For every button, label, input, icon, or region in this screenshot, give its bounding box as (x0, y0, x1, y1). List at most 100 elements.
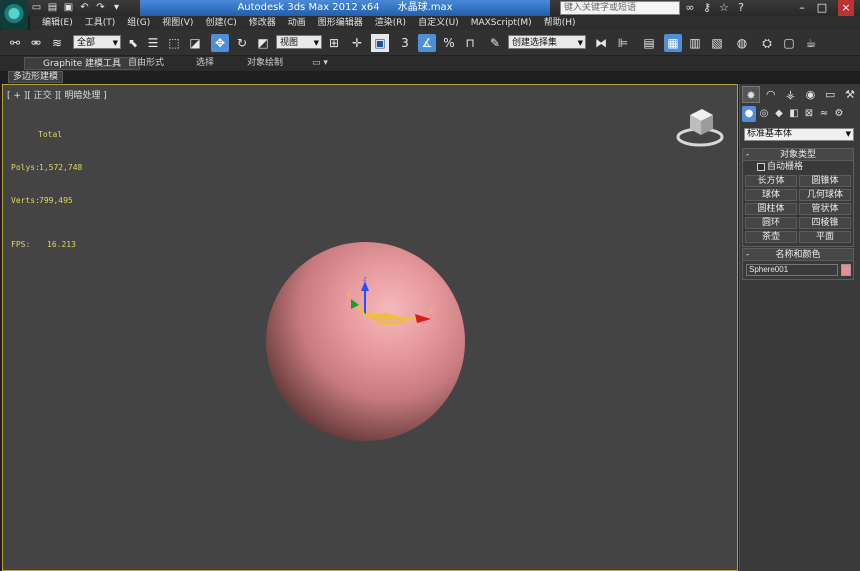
display-tab-icon[interactable]: ▭ (821, 86, 839, 103)
move-gizmo[interactable]: z x y (343, 275, 453, 345)
help-icon[interactable]: ? (735, 0, 747, 16)
select-link-icon[interactable]: ⚯ (6, 34, 24, 52)
menu-customize[interactable]: 自定义(U) (412, 16, 465, 30)
selection-filter-dropdown[interactable]: 全部 ▼ (73, 35, 121, 49)
lights-icon[interactable]: ◆ (772, 106, 786, 122)
tab-freeform[interactable]: 自由形式 (128, 57, 164, 70)
save-icon[interactable]: ▣ (62, 1, 75, 14)
schematic-view-icon[interactable]: ▧ (708, 34, 726, 52)
menu-rendering[interactable]: 渲染(R) (369, 16, 412, 30)
key-icon[interactable]: ⚷ (701, 0, 713, 16)
material-editor-icon[interactable]: ◍ (733, 34, 751, 52)
perspective-viewport[interactable]: [ + ][ 正交 ][ 明暗处理 ] Total Polys: 1,572,74… (2, 84, 738, 571)
systems-icon[interactable]: ⚙ (832, 106, 846, 122)
menu-tools[interactable]: 工具(T) (79, 16, 122, 30)
menu-modifiers[interactable]: 修改器 (243, 16, 282, 30)
ribbon-options-icon[interactable]: ▭ ▾ (312, 57, 328, 70)
menu-group[interactable]: 组(G) (121, 16, 156, 30)
menu-edit[interactable]: 编辑(E) (36, 16, 79, 30)
helpers-icon[interactable]: ⊠ (802, 106, 816, 122)
redo-icon[interactable]: ↷ (94, 1, 107, 14)
close-icon[interactable]: × (838, 0, 854, 16)
angle-snap-icon[interactable]: ∡ (418, 34, 436, 52)
motion-tab-icon[interactable]: ◉ (802, 86, 820, 103)
percent-snap-icon[interactable]: % (440, 34, 458, 52)
binoculars-icon[interactable]: ∞ (684, 0, 696, 16)
tab-object-paint[interactable]: 对象绘制 (247, 57, 283, 70)
object-name-field[interactable]: Sphere001 (746, 264, 838, 276)
customize-qat-icon[interactable]: ▾ (110, 1, 123, 14)
primitive-category-dropdown[interactable]: 标准基本体 ▼ (744, 128, 854, 141)
modify-tab-icon[interactable]: ◠ (762, 86, 780, 103)
rectangular-selection-icon[interactable]: ⬚ (165, 34, 183, 52)
layer-manager-icon[interactable]: ▤ (640, 34, 658, 52)
object-type-header[interactable]: - 对象类型 (743, 149, 853, 161)
geosphere-button[interactable]: 几何球体 (799, 189, 851, 201)
cylinder-button[interactable]: 圆柱体 (745, 203, 797, 215)
tab-graphite-modeling[interactable]: Graphite 建模工具 (24, 57, 141, 70)
align-icon[interactable]: ⊫ (614, 34, 632, 52)
cameras-icon[interactable]: ◧ (787, 106, 801, 122)
tab-selection[interactable]: 选择 (196, 57, 214, 70)
torus-button[interactable]: 圆环 (745, 217, 797, 229)
select-object-icon[interactable]: ⬉ (124, 34, 142, 52)
tab-polygon-modeling[interactable]: 多边形建模 (8, 71, 64, 83)
pyramid-button[interactable]: 四棱锥 (799, 217, 851, 229)
undo-icon[interactable]: ↶ (78, 1, 91, 14)
menu-views[interactable]: 视图(V) (156, 16, 199, 30)
create-tab-icon[interactable]: ✸ (742, 86, 760, 103)
rotate-icon[interactable]: ↻ (233, 34, 251, 52)
viewcube[interactable] (675, 105, 725, 147)
reference-coord-dropdown[interactable]: 视图 ▼ (276, 35, 322, 49)
object-color-swatch[interactable] (841, 264, 851, 276)
autogrid-checkbox[interactable]: 自动栅格 (743, 161, 853, 173)
new-file-icon[interactable]: ▭ (30, 1, 43, 14)
name-row: Sphere001 (743, 261, 853, 279)
sphere-button[interactable]: 球体 (745, 189, 797, 201)
plane-button[interactable]: 平面 (799, 231, 851, 243)
geometry-icon[interactable]: ● (742, 106, 756, 122)
spinner-snap-icon[interactable]: ⊓ (461, 34, 479, 52)
star-icon[interactable]: ☆ (718, 0, 730, 16)
space-warps-icon[interactable]: ≈ (817, 106, 831, 122)
tube-button[interactable]: 管状体 (799, 203, 851, 215)
curve-editor-icon[interactable]: ▥ (686, 34, 704, 52)
bind-space-warp-icon[interactable]: ≋ (48, 34, 66, 52)
render-setup-icon[interactable]: ⛭ (758, 34, 776, 52)
name-color-header[interactable]: - 名称和颜色 (743, 249, 853, 261)
pivot-center-icon[interactable]: ⊞ (325, 34, 343, 52)
select-by-name-icon[interactable]: ☰ (144, 34, 162, 52)
menu-create[interactable]: 创建(C) (199, 16, 242, 30)
cone-button[interactable]: 圆锥体 (799, 175, 851, 187)
app-logo-button[interactable] (0, 0, 28, 30)
menu-maxscript[interactable]: MAXScript(M) (465, 16, 538, 30)
keyboard-shortcut-override-icon[interactable]: ▣ (371, 34, 389, 52)
render-production-icon[interactable]: ☕ (802, 34, 820, 52)
autogrid-label: 自动栅格 (767, 162, 804, 172)
graphite-toggle-icon[interactable]: ▦ (664, 34, 682, 52)
box-button[interactable]: 长方体 (745, 175, 797, 187)
named-selection-dropdown[interactable]: 创建选择集 ▼ (508, 35, 586, 49)
mirror-icon[interactable]: ⧓ (592, 34, 610, 52)
menu-animation[interactable]: 动画 (282, 16, 312, 30)
create-category-icons: ● ◎ ◆ ◧ ⊠ ≈ ⚙ (742, 106, 859, 124)
select-manipulate-icon[interactable]: ✛ (348, 34, 366, 52)
menu-help[interactable]: 帮助(H) (538, 16, 582, 30)
viewport-label[interactable]: [ + ][ 正交 ][ 明暗处理 ] (7, 88, 107, 101)
minimize-icon[interactable]: – (794, 0, 810, 16)
menu-graph-editors[interactable]: 图形编辑器 (312, 16, 369, 30)
open-file-icon[interactable]: ▤ (46, 1, 59, 14)
scale-icon[interactable]: ◩ (254, 34, 272, 52)
snaps-toggle-icon[interactable]: 3 (396, 34, 414, 52)
rendered-frame-icon[interactable]: ▢ (780, 34, 798, 52)
maximize-icon[interactable]: □ (814, 0, 830, 16)
hierarchy-tab-icon[interactable]: ⚶ (782, 86, 800, 103)
shapes-icon[interactable]: ◎ (757, 106, 771, 122)
move-icon[interactable]: ✥ (211, 34, 229, 52)
utilities-tab-icon[interactable]: ⚒ (841, 86, 859, 103)
edit-named-selection-icon[interactable]: ✎ (486, 34, 504, 52)
teapot-button[interactable]: 茶壶 (745, 231, 797, 243)
unlink-icon[interactable]: ⚮ (27, 34, 45, 52)
search-input[interactable]: 键入关键字或短语 (560, 1, 680, 15)
window-crossing-icon[interactable]: ◪ (186, 34, 204, 52)
